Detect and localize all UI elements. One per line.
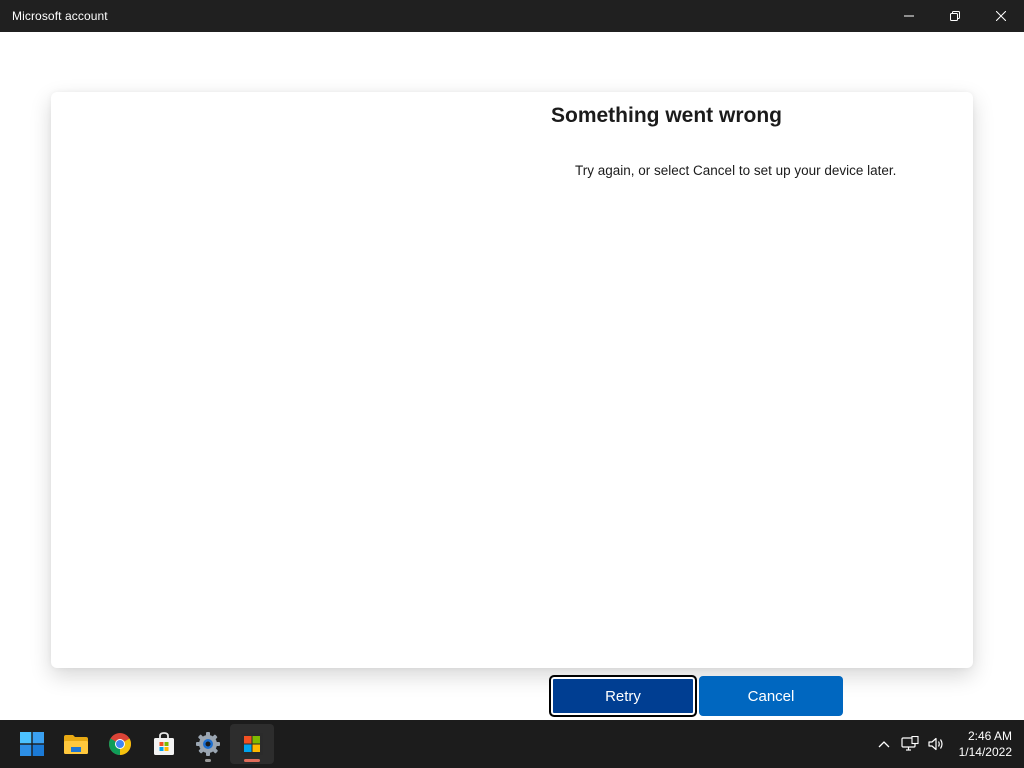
taskbar-microsoft-account[interactable]: [230, 724, 274, 764]
start-icon: [20, 732, 44, 756]
content-area: Something went wrong Try again, or selec…: [0, 32, 1024, 745]
clock-time: 2:46 AM: [967, 729, 1012, 743]
volume-button[interactable]: [923, 720, 949, 768]
network-icon: [901, 736, 919, 751]
network-button[interactable]: [897, 720, 923, 768]
taskbar-store[interactable]: [142, 724, 186, 764]
restore-icon: [950, 11, 960, 21]
taskbar-clock[interactable]: 2:46 AM 1/14/2022: [959, 728, 1012, 760]
taskbar-chrome[interactable]: [98, 724, 142, 764]
taskbar-settings[interactable]: [186, 724, 230, 764]
retry-button[interactable]: Retry: [550, 676, 696, 716]
chevron-up-icon: [878, 741, 890, 748]
chrome-icon: [109, 733, 131, 755]
minimize-button[interactable]: [886, 0, 932, 32]
dialog-card: Something went wrong Try again, or selec…: [51, 92, 973, 668]
close-button[interactable]: [978, 0, 1024, 32]
cancel-button[interactable]: Cancel: [699, 676, 843, 716]
taskbar: 2:46 AM 1/14/2022: [0, 720, 1024, 768]
running-indicator: [205, 759, 211, 762]
show-hidden-icons-button[interactable]: [871, 720, 897, 768]
close-icon: [996, 11, 1006, 21]
store-icon: [154, 732, 174, 755]
start-button[interactable]: [10, 724, 54, 764]
dialog-message: Try again, or select Cancel to set up yo…: [575, 163, 897, 178]
dialog-heading: Something went wrong: [551, 104, 782, 127]
active-indicator: [244, 759, 260, 762]
file-explorer-icon: [64, 735, 88, 754]
restore-button[interactable]: [932, 0, 978, 32]
minimize-icon: [904, 15, 914, 17]
settings-icon: [196, 732, 220, 756]
window-title: Microsoft account: [12, 9, 108, 23]
clock-date: 1/14/2022: [958, 745, 1012, 759]
microsoft-account-icon: [241, 733, 263, 755]
speaker-icon: [928, 737, 943, 751]
taskbar-file-explorer[interactable]: [54, 724, 98, 764]
title-bar: Microsoft account: [0, 0, 1024, 32]
system-tray: 2:46 AM 1/14/2022: [871, 720, 1024, 768]
